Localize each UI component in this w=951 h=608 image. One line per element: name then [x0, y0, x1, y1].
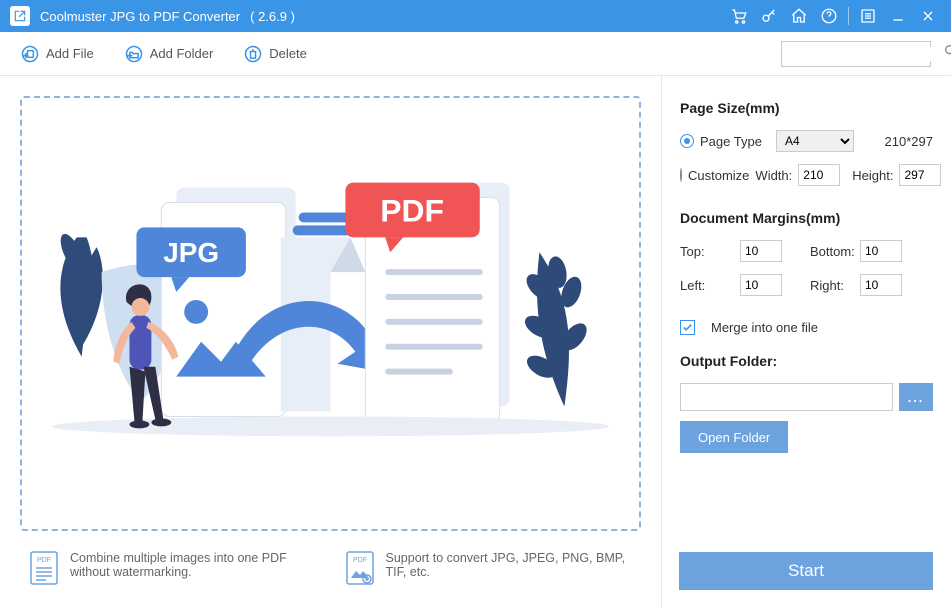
drop-area[interactable]: JPG: [20, 96, 641, 531]
info-card-formats: PDF Support to convert JPG, JPEG, PNG, B…: [346, 551, 632, 588]
margin-left-label: Left:: [680, 278, 740, 293]
margin-top-input[interactable]: [740, 240, 782, 262]
svg-text:PDF: PDF: [37, 557, 51, 564]
left-panel: JPG: [0, 76, 661, 608]
add-file-label: Add File: [46, 46, 94, 61]
empty-state-illustration: JPG: [22, 98, 639, 466]
customize-label: Customize: [688, 168, 749, 183]
pdf-image-icon: PDF: [346, 551, 374, 588]
customize-radio[interactable]: [680, 168, 682, 182]
page-size-heading: Page Size(mm): [680, 100, 933, 116]
info-cards: PDF Combine multiple images into one PDF…: [20, 551, 641, 588]
jpg-badge-text: JPG: [163, 237, 219, 268]
minimize-icon[interactable]: [883, 0, 913, 32]
add-folder-icon: [124, 44, 144, 64]
add-folder-label: Add Folder: [150, 46, 214, 61]
app-version: ( 2.6.9 ): [250, 9, 295, 24]
title-bar: Coolmuster JPG to PDF Converter ( 2.6.9 …: [0, 0, 951, 32]
pdf-badge-text: PDF: [380, 192, 444, 228]
settings-panel: Page Size(mm) Page Type A4 210*297 Custo…: [661, 76, 951, 608]
page-type-radio[interactable]: [680, 134, 694, 148]
margin-bottom-label: Bottom:: [800, 244, 860, 259]
add-file-icon: [20, 44, 40, 64]
delete-button[interactable]: Delete: [243, 44, 307, 64]
output-path-field[interactable]: [680, 383, 893, 411]
merge-label: Merge into one file: [711, 320, 818, 335]
width-label: Width:: [755, 168, 792, 183]
app-title: Coolmuster JPG to PDF Converter: [40, 9, 240, 24]
cart-icon[interactable]: [724, 0, 754, 32]
page-type-label: Page Type: [700, 134, 770, 149]
pdf-doc-icon: PDF: [30, 551, 58, 588]
height-input[interactable]: [899, 164, 941, 186]
margin-right-input[interactable]: [860, 274, 902, 296]
margins-heading: Document Margins(mm): [680, 210, 933, 226]
search-input[interactable]: [788, 47, 943, 61]
home-icon[interactable]: [784, 0, 814, 32]
start-button[interactable]: Start: [679, 552, 933, 590]
delete-icon: [243, 44, 263, 64]
help-icon[interactable]: [814, 0, 844, 32]
height-label: Height:: [852, 168, 893, 183]
page-type-select[interactable]: A4: [776, 130, 854, 152]
app-logo-icon: [10, 6, 30, 26]
width-input[interactable]: [798, 164, 840, 186]
margin-left-input[interactable]: [740, 274, 782, 296]
key-icon[interactable]: [754, 0, 784, 32]
search-icon: [943, 43, 951, 64]
info-text-formats: Support to convert JPG, JPEG, PNG, BMP, …: [386, 551, 632, 588]
open-folder-button[interactable]: Open Folder: [680, 421, 788, 453]
titlebar-separator: [848, 7, 849, 25]
margin-right-label: Right:: [800, 278, 860, 293]
toolbar: Add File Add Folder Delete: [0, 32, 951, 76]
merge-checkbox[interactable]: [680, 320, 695, 335]
info-card-combine: PDF Combine multiple images into one PDF…: [30, 551, 316, 588]
menu-icon[interactable]: [853, 0, 883, 32]
browse-button[interactable]: ...: [899, 383, 933, 411]
info-text-combine: Combine multiple images into one PDF wit…: [70, 551, 316, 588]
page-dimensions: 210*297: [885, 134, 933, 149]
output-heading: Output Folder:: [680, 353, 933, 369]
margin-top-label: Top:: [680, 244, 740, 259]
search-box[interactable]: [781, 41, 931, 67]
add-folder-button[interactable]: Add Folder: [124, 44, 214, 64]
close-icon[interactable]: [913, 0, 943, 32]
add-file-button[interactable]: Add File: [20, 44, 94, 64]
svg-text:PDF: PDF: [353, 557, 367, 564]
delete-label: Delete: [269, 46, 307, 61]
margin-bottom-input[interactable]: [860, 240, 902, 262]
